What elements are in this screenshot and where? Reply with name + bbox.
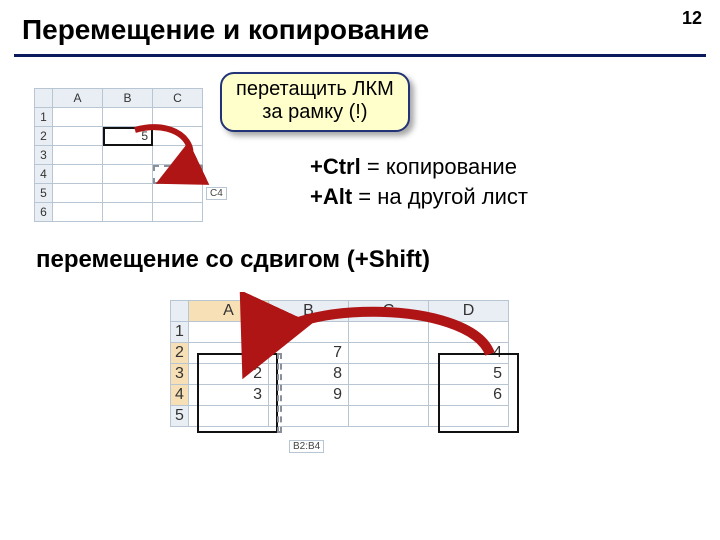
slide-title: Перемещение и копирование [22,14,429,46]
cell: 8 [269,364,349,385]
col-header: C [153,89,203,108]
drag-callout: перетащить ЛКМ за рамку (!) [220,72,410,132]
spreadsheet-bottom: A B C D 1 2 1 7 4 3 2 8 5 4 3 9 6 5 [170,300,509,427]
col-header: B [269,301,349,322]
cell: 7 [269,343,349,364]
cell: 4 [429,343,509,364]
row-header: 2 [171,343,189,364]
hint-alt-key: +Alt [310,184,352,209]
cell: 5 [429,364,509,385]
hint-ctrl-text: = копирование [361,154,517,179]
col-header: B [103,89,153,108]
hint-ctrl-key: +Ctrl [310,154,361,179]
hint-alt: +Alt = на другой лист [310,184,528,210]
col-header: A [53,89,103,108]
cell: 1 [189,343,269,364]
range-tooltip: B2:B4 [289,440,324,453]
callout-line1: перетащить ЛКМ [236,78,394,101]
callout-line2: за рамку (!) [236,101,394,124]
cell: 2 [189,364,269,385]
col-header: C [349,301,429,322]
cell: 3 [189,385,269,406]
cell: 9 [269,385,349,406]
hint-alt-text: = на другой лист [352,184,528,209]
row-header: 6 [35,203,53,222]
page-number: 12 [682,8,702,29]
title-underline [14,54,706,57]
row-header: 2 [35,127,53,146]
sheet-corner [171,301,189,322]
hint-ctrl: +Ctrl = копирование [310,154,517,180]
row-header: 1 [35,108,53,127]
row-header: 3 [35,146,53,165]
col-header: A [189,301,269,322]
row-header: 4 [171,385,189,406]
subtitle: перемещение со сдвигом (+Shift) [36,246,430,274]
row-header: 5 [171,406,189,427]
cell-b2: 5 [103,127,153,146]
col-header: D [429,301,509,322]
cellref-tooltip: C4 [206,187,227,200]
row-header: 3 [171,364,189,385]
sheet2-table: A B C D 1 2 1 7 4 3 2 8 5 4 3 9 6 5 [170,300,509,427]
cell: 6 [429,385,509,406]
row-header: 5 [35,184,53,203]
spreadsheet-top: A B C 1 2 5 3 4 5 6 [34,88,203,222]
row-header: 4 [35,165,53,184]
row-header: 1 [171,322,189,343]
sheet-corner [35,89,53,108]
sheet1-table: A B C 1 2 5 3 4 5 6 [34,88,203,222]
